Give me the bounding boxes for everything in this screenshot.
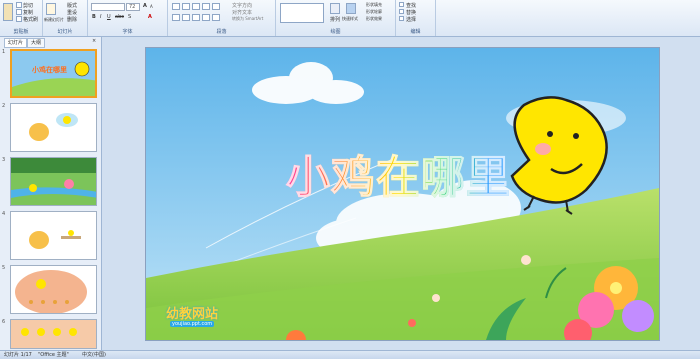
shape-outline-button[interactable]: 形状轮廓: [366, 9, 382, 15]
smartart-button[interactable]: 转换为 SmartArt: [232, 16, 263, 22]
find-button[interactable]: 查找: [406, 2, 416, 9]
format-painter-icon[interactable]: [16, 16, 22, 22]
format-painter-button[interactable]: 格式刷: [23, 16, 38, 23]
align-left-icon[interactable]: [172, 14, 180, 21]
slide-number: 3: [2, 157, 6, 163]
editing-group: 查找 替换 选择 编辑: [396, 0, 436, 36]
delete-slide-button[interactable]: 删除: [67, 16, 77, 23]
new-slide-button[interactable]: 新建幻灯片: [44, 17, 64, 23]
slide-number: 1: [2, 49, 6, 55]
thumb-3-preview: [11, 158, 96, 205]
thumb-6-preview: [11, 320, 96, 348]
current-slide[interactable]: 小鸡在哪里 幼教网站 youjiao.ppt.com: [145, 47, 660, 341]
slide-title[interactable]: 小鸡在哪里: [286, 141, 511, 205]
shape-effects-button[interactable]: 形状效果: [366, 16, 382, 22]
thumb-1-preview: 小鸡在哪里: [12, 51, 95, 96]
pane-tabs: 幻灯片 大纲 ×: [4, 38, 96, 48]
quick-styles-button[interactable]: 快速样式: [342, 16, 358, 22]
font-name-select[interactable]: [91, 3, 125, 11]
editing-group-label: 编辑: [410, 29, 421, 35]
italic-icon[interactable]: I: [100, 14, 101, 20]
copy-button[interactable]: 复制: [23, 9, 33, 16]
slides-group-label: 幻灯片: [57, 29, 73, 35]
slide-number: 5: [2, 265, 6, 271]
slide-number: 2: [2, 103, 6, 109]
drawing-group: 排列 快速样式 形状填充 形状轮廓 形状效果 绘图: [276, 0, 396, 36]
align-text-button[interactable]: 对齐文本: [232, 9, 252, 16]
layout-button[interactable]: 版式: [67, 2, 77, 9]
slide-thumbnail-1[interactable]: 小鸡在哪里: [10, 49, 97, 98]
clipboard-group: 剪切 复制 格式刷 剪贴板: [0, 0, 43, 36]
text-direction-button[interactable]: 文字方向: [232, 2, 252, 9]
slide-number: 4: [2, 211, 6, 217]
shape-fill-button[interactable]: 形状填充: [366, 2, 382, 8]
columns-icon[interactable]: [212, 14, 220, 21]
numbering-icon[interactable]: [182, 3, 190, 10]
align-right-icon[interactable]: [192, 14, 200, 21]
shadow-icon[interactable]: S: [128, 14, 131, 20]
close-pane-icon[interactable]: ×: [92, 38, 96, 44]
slide-thumbnail-5[interactable]: [10, 265, 97, 314]
paste-icon[interactable]: [3, 3, 13, 21]
slide-thumbnail-3[interactable]: [10, 157, 97, 206]
arrange-button[interactable]: 排列: [330, 16, 340, 23]
slide-thumbnail-2[interactable]: [10, 103, 97, 152]
shrink-font-icon[interactable]: A: [150, 4, 153, 9]
copy-icon[interactable]: [16, 9, 22, 15]
font-group: 72 A A B I U abc S A 字体: [88, 0, 168, 36]
svg-text:小鸡在哪里: 小鸡在哪里: [31, 65, 67, 74]
thumb-5-preview: [11, 266, 96, 313]
clipboard-group-label: 剪贴板: [13, 29, 29, 35]
reset-button[interactable]: 重设: [67, 9, 77, 16]
font-color-icon[interactable]: A: [148, 14, 152, 20]
cut-button[interactable]: 剪切: [23, 2, 33, 9]
thumb-2-preview: [11, 104, 96, 151]
select-button[interactable]: 选择: [406, 16, 416, 23]
replace-button[interactable]: 替换: [406, 9, 416, 16]
slide-thumbnail-6[interactable]: [10, 319, 97, 349]
tab-slides[interactable]: 幻灯片: [4, 38, 28, 48]
bold-icon[interactable]: B: [92, 14, 96, 20]
justify-icon[interactable]: [202, 14, 210, 21]
font-group-label: 字体: [122, 29, 133, 35]
line-spacing-icon[interactable]: [212, 3, 220, 10]
replace-icon[interactable]: [399, 9, 404, 14]
decrease-indent-icon[interactable]: [192, 3, 200, 10]
select-icon[interactable]: [399, 16, 404, 21]
bullets-icon[interactable]: [172, 3, 180, 10]
underline-icon[interactable]: U: [107, 14, 111, 20]
watermark-url: youjiao.ppt.com: [170, 321, 215, 327]
slide-thumbnail-4[interactable]: [10, 211, 97, 260]
ribbon: 剪切 复制 格式刷 剪贴板 新建幻灯片 版式 重设 删除 幻灯片 72 A A …: [0, 0, 700, 37]
paragraph-group-label: 段落: [216, 29, 227, 35]
arrange-icon[interactable]: [330, 3, 340, 14]
increase-indent-icon[interactable]: [202, 3, 210, 10]
font-size-select[interactable]: 72: [126, 3, 140, 11]
thumb-4-preview: [11, 212, 96, 259]
grow-font-icon[interactable]: A: [143, 3, 147, 9]
drawing-group-label: 绘图: [330, 29, 341, 35]
watermark-logo: 幼教网站: [166, 307, 219, 322]
find-icon[interactable]: [399, 2, 404, 7]
paragraph-group: 文字方向 对齐文本 转换为 SmartArt 段落: [168, 0, 276, 36]
slide-thumbnail-pane: 幻灯片 大纲 × 1 小鸡在哪里 2 3 4 5 6: [0, 37, 102, 350]
cut-icon[interactable]: [16, 2, 22, 8]
tab-outline[interactable]: 大纲: [27, 38, 46, 48]
slides-group: 新建幻灯片 版式 重设 删除 幻灯片: [43, 0, 88, 36]
new-slide-icon[interactable]: [46, 3, 56, 15]
slide-editing-canvas[interactable]: 小鸡在哪里 幼教网站 youjiao.ppt.com: [102, 37, 700, 350]
align-center-icon[interactable]: [182, 14, 190, 21]
shapes-gallery-icon[interactable]: [280, 3, 324, 23]
strikethrough-icon[interactable]: abc: [115, 14, 124, 20]
slide-number: 6: [2, 319, 6, 325]
quick-styles-icon[interactable]: [346, 3, 356, 14]
